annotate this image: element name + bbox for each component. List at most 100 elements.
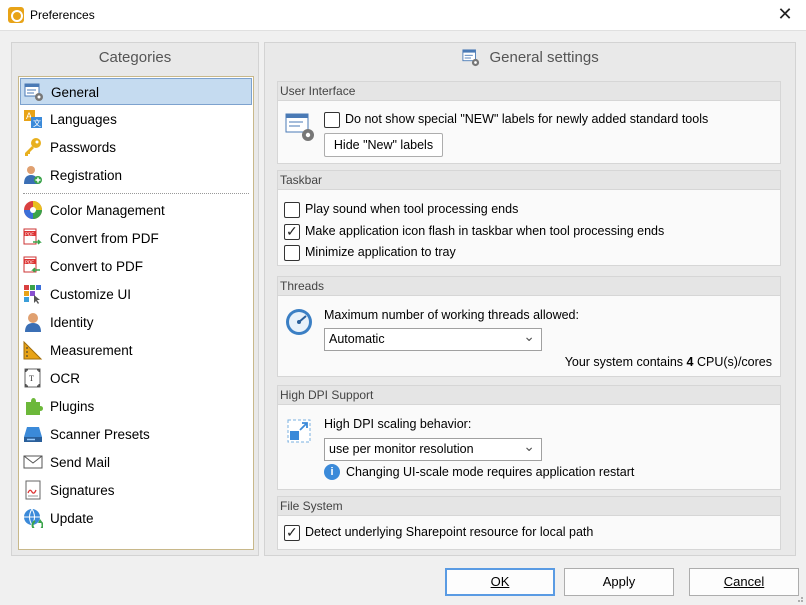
category-passwords[interactable]: Passwords bbox=[20, 134, 252, 161]
category-label: Plugins bbox=[50, 399, 95, 414]
ok-button[interactable]: OK bbox=[445, 568, 555, 596]
ui-settings-icon bbox=[285, 113, 314, 141]
category-label: Convert to PDF bbox=[50, 259, 144, 274]
category-label: Customize UI bbox=[50, 287, 132, 302]
group-title: User Interface bbox=[278, 82, 780, 101]
cpu-suffix: CPU(s)/cores bbox=[696, 355, 772, 369]
category-registration[interactable]: Registration bbox=[20, 162, 252, 189]
measurement-icon bbox=[23, 340, 43, 360]
minimize-tray-label: Minimize application to tray bbox=[305, 245, 456, 259]
app-icon bbox=[8, 7, 24, 23]
play-sound-label: Play sound when tool processing ends bbox=[305, 202, 519, 216]
category-label: Scanner Presets bbox=[50, 427, 150, 442]
category-plugins[interactable]: Plugins bbox=[20, 393, 252, 420]
category-label: Measurement bbox=[50, 343, 133, 358]
threads-select[interactable]: Automatic bbox=[324, 326, 542, 351]
category-identity[interactable]: Identity bbox=[20, 309, 252, 336]
high-dpi-group: High DPI Support High DPI scaling behavi… bbox=[277, 385, 781, 490]
category-label: Color Management bbox=[50, 203, 165, 218]
category-separator bbox=[23, 193, 249, 194]
category-label: Registration bbox=[50, 168, 123, 183]
category-scanner-presets[interactable]: Scanner Presets bbox=[20, 421, 252, 448]
info-icon: i bbox=[324, 464, 340, 480]
group-title: High DPI Support bbox=[278, 386, 780, 405]
group-title: Threads bbox=[278, 277, 780, 296]
resize-grip-icon[interactable] bbox=[794, 593, 804, 603]
languages-icon: A文 bbox=[24, 110, 42, 128]
category-convert-from-pdf[interactable]: PDF Convert from PDF bbox=[20, 225, 252, 252]
file-system-group: File System Detect underlying Sharepoint… bbox=[277, 496, 781, 550]
dpi-label: High DPI scaling behavior: bbox=[324, 417, 472, 431]
dpi-scaling-icon bbox=[287, 419, 311, 443]
settings-title: General settings bbox=[489, 49, 599, 66]
category-signatures[interactable]: Signatures bbox=[20, 477, 252, 504]
signature-icon bbox=[25, 480, 41, 500]
cancel-label: Cancel bbox=[723, 574, 765, 589]
group-title: File System bbox=[278, 497, 780, 516]
hide-new-labels-label: Do not show special "NEW" labels for new… bbox=[345, 112, 709, 126]
category-label: Identity bbox=[50, 315, 94, 330]
close-icon[interactable]: ✕ bbox=[774, 4, 796, 25]
hide-new-labels-button[interactable]: Hide "New" labels bbox=[324, 133, 443, 157]
category-ocr[interactable]: T OCR bbox=[20, 365, 252, 392]
title-bar: Preferences ✕ bbox=[0, 0, 806, 31]
identity-icon bbox=[25, 313, 41, 332]
flash-icon-label: Make application icon flash in taskbar w… bbox=[305, 224, 665, 238]
category-label: Update bbox=[50, 511, 94, 526]
group-title: Taskbar bbox=[278, 171, 780, 190]
apply-button[interactable]: Apply bbox=[564, 568, 674, 596]
svg-text:PDF: PDF bbox=[25, 232, 34, 237]
general-settings-icon bbox=[24, 83, 43, 101]
category-color-management[interactable]: Color Management bbox=[20, 197, 252, 224]
category-label: Languages bbox=[50, 112, 117, 127]
cpu-prefix: Your system contains bbox=[564, 355, 684, 369]
convert-from-pdf-icon: PDF bbox=[23, 228, 42, 245]
minimize-tray-checkbox[interactable] bbox=[284, 245, 300, 261]
mail-icon bbox=[23, 455, 43, 469]
update-icon bbox=[24, 508, 43, 528]
cpu-info: Your system contains 4 CPU(s)/cores bbox=[565, 355, 772, 369]
category-languages[interactable]: A文 Languages bbox=[20, 106, 252, 133]
category-send-mail[interactable]: Send Mail bbox=[20, 449, 252, 476]
cancel-button[interactable]: Cancel bbox=[689, 568, 799, 596]
general-settings-icon bbox=[462, 49, 480, 67]
category-convert-to-pdf[interactable]: PDF Convert to PDF bbox=[20, 253, 252, 280]
dpi-restart-info: Changing UI-scale mode requires applicat… bbox=[346, 465, 635, 479]
color-wheel-icon bbox=[24, 201, 42, 219]
registration-icon bbox=[24, 166, 42, 184]
dpi-select[interactable]: use per monitor resolution bbox=[324, 436, 542, 461]
play-sound-checkbox[interactable] bbox=[284, 202, 300, 218]
categories-list: General A文 Languages Passwords Registrat… bbox=[18, 76, 254, 550]
category-label: Send Mail bbox=[50, 455, 111, 470]
customize-ui-icon bbox=[24, 285, 41, 304]
category-customize-ui[interactable]: Customize UI bbox=[20, 281, 252, 308]
ok-label: OK bbox=[490, 574, 510, 589]
taskbar-group: Taskbar Play sound when tool processing … bbox=[277, 170, 781, 266]
svg-text:T: T bbox=[29, 374, 34, 383]
category-label: OCR bbox=[50, 371, 80, 386]
flash-icon-checkbox[interactable] bbox=[284, 223, 300, 240]
window-title: Preferences bbox=[30, 8, 95, 22]
scanner-icon bbox=[24, 427, 42, 442]
category-label: General bbox=[51, 85, 100, 100]
svg-text:PDF: PDF bbox=[25, 260, 34, 265]
category-label: Passwords bbox=[50, 140, 117, 155]
plugins-icon bbox=[26, 398, 43, 415]
categories-header: Categories bbox=[98, 49, 172, 66]
category-general[interactable]: General bbox=[20, 78, 252, 105]
key-icon bbox=[25, 138, 41, 156]
category-label: Signatures bbox=[50, 483, 115, 498]
hide-new-labels-checkbox[interactable] bbox=[324, 112, 340, 128]
settings-header: General settings bbox=[265, 43, 795, 73]
sharepoint-label: Detect underlying Sharepoint resource fo… bbox=[305, 525, 594, 539]
sharepoint-checkbox[interactable] bbox=[284, 524, 300, 541]
category-update[interactable]: Update bbox=[20, 505, 252, 532]
cpu-count: 4 bbox=[686, 355, 694, 369]
ocr-icon: T bbox=[24, 368, 41, 388]
category-measurement[interactable]: Measurement bbox=[20, 337, 252, 364]
threads-group: Threads Maximum number of working thread… bbox=[277, 276, 781, 377]
settings-panel: General settings User Interface Do not s… bbox=[264, 42, 796, 556]
user-interface-group: User Interface Do not show special "NEW"… bbox=[277, 81, 781, 164]
speedometer-icon bbox=[286, 309, 312, 335]
category-label: Convert from PDF bbox=[50, 231, 159, 246]
